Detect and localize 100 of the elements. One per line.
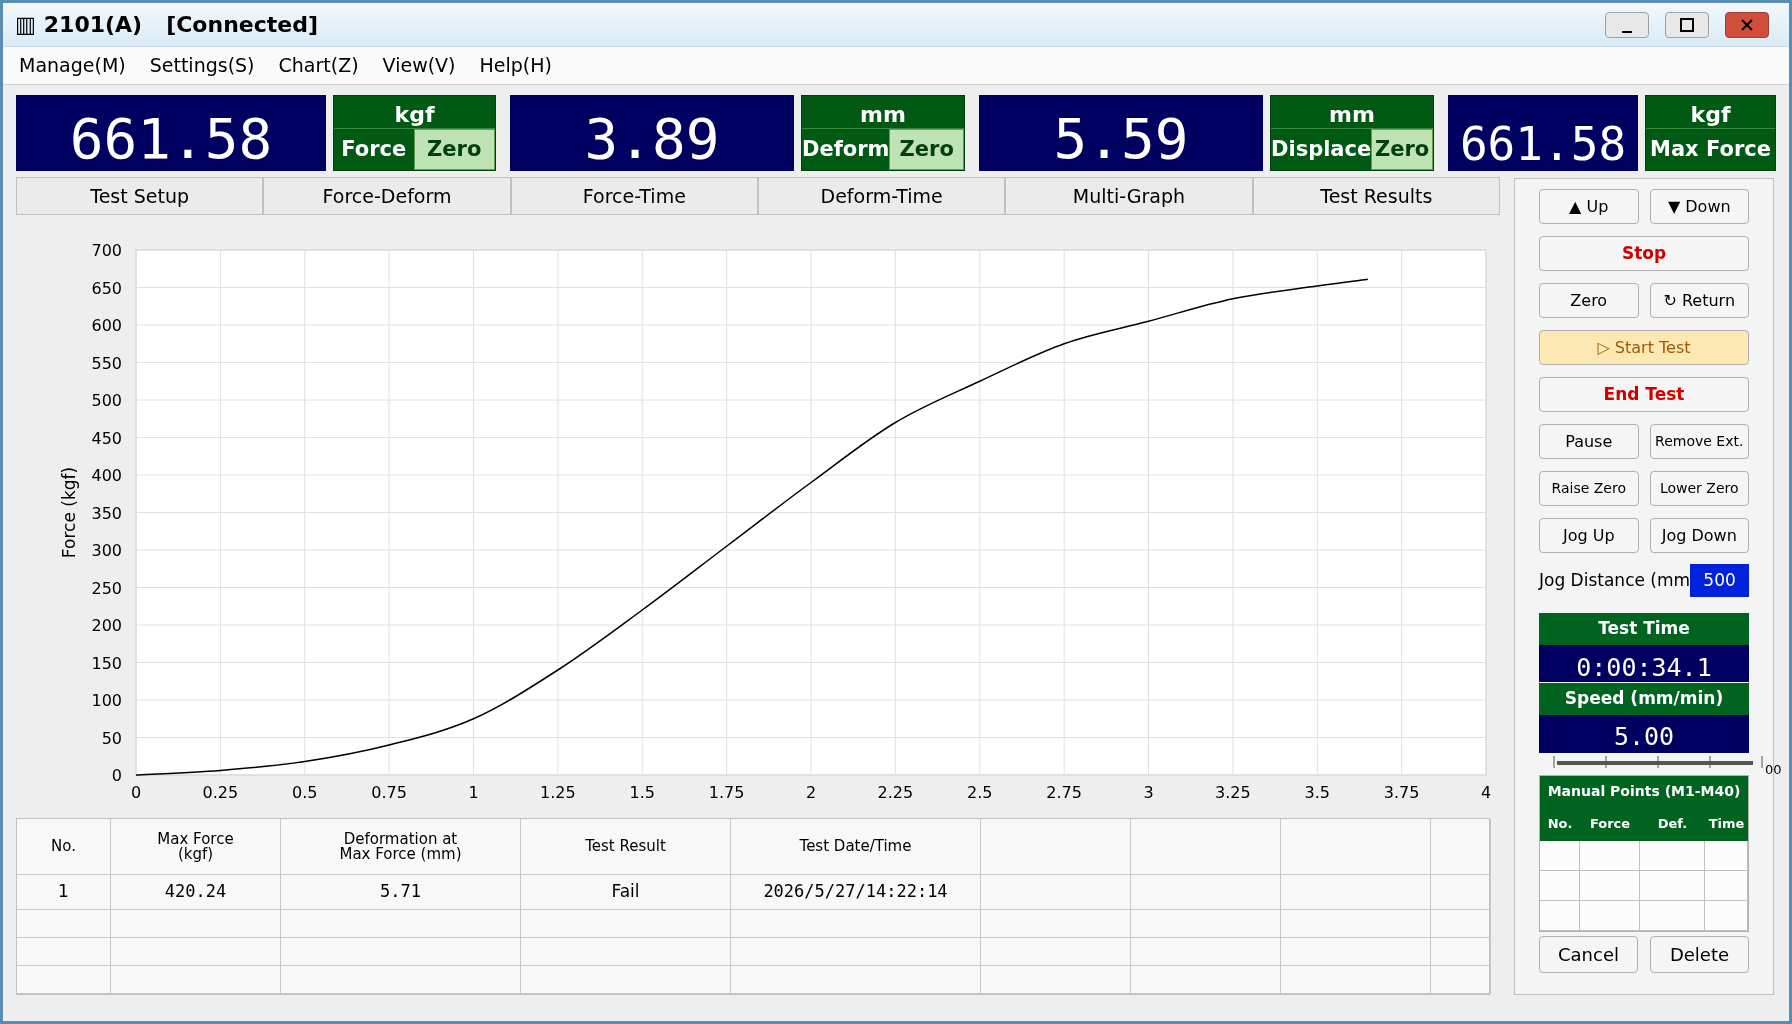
slider-scale-label: 00 bbox=[1765, 763, 1782, 776]
close-icon bbox=[1741, 18, 1753, 31]
control-button[interactable]: ▲ Up bbox=[1539, 189, 1639, 224]
menu-item[interactable]: Settings(S) bbox=[149, 51, 255, 80]
x-tick-label: 1.75 bbox=[708, 783, 745, 802]
connection-status: [Connected] bbox=[166, 11, 318, 39]
channel-label: Deform bbox=[802, 136, 890, 163]
x-tick-label: 3.75 bbox=[1383, 783, 1420, 802]
table-cell: Fail bbox=[521, 875, 731, 910]
control-button[interactable]: Jog Up bbox=[1539, 518, 1639, 553]
footer-button[interactable]: Delete bbox=[1650, 936, 1749, 973]
x-tick-label: 1.5 bbox=[629, 783, 655, 802]
app-icon: ▥ bbox=[15, 13, 36, 36]
menu-item[interactable]: Chart(Z) bbox=[278, 51, 359, 80]
column-header: Def. bbox=[1656, 814, 1689, 833]
tab[interactable]: Test Setup bbox=[16, 177, 264, 215]
menu-item[interactable]: View(V) bbox=[382, 51, 456, 80]
x-tick-label: 3.25 bbox=[1215, 783, 1251, 802]
zero-button[interactable]: Zero bbox=[889, 129, 964, 170]
y-tick-label: 650 bbox=[91, 278, 122, 298]
table-cell: 2026/5/27/14:22:14 bbox=[731, 875, 981, 910]
menu-item[interactable]: Manage(M) bbox=[19, 51, 126, 80]
y-tick-label: 450 bbox=[91, 428, 122, 448]
x-tick-label: 2.25 bbox=[877, 783, 914, 802]
control-button[interactable]: Zero bbox=[1539, 283, 1639, 318]
x-tick-label: 3.5 bbox=[1304, 783, 1330, 802]
control-button[interactable]: End Test bbox=[1539, 377, 1749, 412]
column-header: Deformation at Max Force (mm) bbox=[281, 819, 521, 875]
table-cell: 1 bbox=[17, 875, 111, 910]
y-tick-label: 50 bbox=[101, 728, 122, 748]
control-button[interactable]: Stop bbox=[1539, 236, 1749, 271]
y-tick-label: 400 bbox=[91, 466, 122, 485]
y-tick-label: 550 bbox=[91, 353, 122, 373]
readout-display: 5.59 bbox=[979, 95, 1263, 171]
column-header: Force bbox=[1588, 814, 1632, 833]
jog-distance-field[interactable]: 500 bbox=[1690, 564, 1749, 597]
y-tick-label: 700 bbox=[91, 241, 122, 260]
x-tick-label: 0 bbox=[130, 783, 142, 802]
y-tick-label: 200 bbox=[91, 616, 122, 635]
control-button[interactable]: Lower Zero bbox=[1649, 471, 1749, 506]
maximize-button[interactable] bbox=[1665, 11, 1709, 38]
tab[interactable]: Multi-Graph bbox=[1005, 177, 1253, 215]
zero-button[interactable]: Zero bbox=[1371, 129, 1433, 170]
x-tick-label: 2.5 bbox=[967, 783, 993, 802]
y-tick-label: 500 bbox=[91, 391, 122, 410]
table-cell: 5.71 bbox=[281, 875, 521, 910]
x-tick-label: 4 bbox=[1480, 783, 1492, 802]
tab[interactable]: Force-Deform bbox=[263, 177, 511, 215]
y-tick-label: 150 bbox=[91, 653, 122, 673]
tab[interactable]: Deform-Time bbox=[758, 177, 1006, 215]
control-button[interactable]: ▷ Start Test bbox=[1539, 330, 1749, 365]
control-button[interactable]: Jog Down bbox=[1649, 518, 1749, 553]
channel-label: Displace bbox=[1271, 136, 1372, 163]
channel-label: Max Force bbox=[1649, 136, 1772, 163]
control-button[interactable]: Pause bbox=[1539, 424, 1639, 459]
table-cell: 420.24 bbox=[111, 875, 281, 910]
readout-display: 661.58 bbox=[16, 95, 326, 171]
x-tick-label: 0.75 bbox=[371, 783, 407, 802]
speed-slider[interactable] bbox=[1553, 756, 1763, 770]
channel-label: Force bbox=[340, 136, 408, 163]
y-axis-label: Force (kgf) bbox=[59, 466, 79, 559]
x-tick-label: 3 bbox=[1143, 783, 1154, 802]
control-button[interactable]: ↻ Return bbox=[1649, 283, 1749, 318]
jog-distance-label: Jog Distance (mm bbox=[1539, 568, 1691, 592]
speed-display: 5.00 bbox=[1539, 715, 1749, 753]
column-header: Test Date/Time bbox=[731, 819, 981, 875]
readout-display: 661.58 bbox=[1448, 95, 1638, 171]
x-tick-label: 0.5 bbox=[292, 783, 318, 802]
readout-display: 3.89 bbox=[510, 95, 794, 171]
column-header: Test Result bbox=[521, 819, 731, 875]
control-button[interactable]: Remove Ext. bbox=[1649, 424, 1749, 459]
unit-label: kgf bbox=[1646, 96, 1775, 129]
column-header: Max Force (kgf) bbox=[111, 819, 281, 875]
y-tick-label: 100 bbox=[91, 691, 122, 710]
x-tick-label: 1.25 bbox=[540, 783, 576, 802]
test-time-label: Test Time bbox=[1539, 613, 1749, 645]
close-button[interactable] bbox=[1725, 11, 1769, 38]
column-header: Time bbox=[1707, 814, 1746, 833]
column-header: No. bbox=[17, 819, 111, 875]
x-tick-label: 0.25 bbox=[202, 783, 239, 802]
control-button[interactable]: Raise Zero bbox=[1539, 471, 1639, 506]
x-tick-label: 2.75 bbox=[1046, 783, 1082, 802]
x-tick-label: 2 bbox=[805, 783, 817, 802]
menu-item[interactable]: Help(H) bbox=[479, 51, 552, 80]
y-tick-label: 350 bbox=[91, 503, 122, 523]
speed-label: Speed (mm/min) bbox=[1539, 683, 1749, 715]
tab[interactable]: Test Results bbox=[1252, 177, 1500, 215]
manual-points-title: Manual Points (M1-M40) bbox=[1540, 776, 1748, 806]
y-tick-label: 600 bbox=[91, 316, 122, 335]
test-time-display: 0:00:34.1 bbox=[1539, 645, 1749, 682]
x-tick-label: 1 bbox=[468, 783, 479, 802]
y-tick-label: 250 bbox=[91, 578, 122, 598]
footer-button[interactable]: Cancel bbox=[1539, 936, 1638, 973]
y-tick-label: 300 bbox=[91, 541, 122, 560]
column-header: No. bbox=[1546, 814, 1574, 833]
control-button[interactable]: ▼ Down bbox=[1649, 189, 1749, 224]
window-title: 2101(A) bbox=[43, 11, 143, 39]
tab[interactable]: Force-Time bbox=[510, 177, 758, 215]
zero-button[interactable]: Zero bbox=[413, 129, 495, 170]
y-tick-label: 0 bbox=[111, 766, 122, 785]
